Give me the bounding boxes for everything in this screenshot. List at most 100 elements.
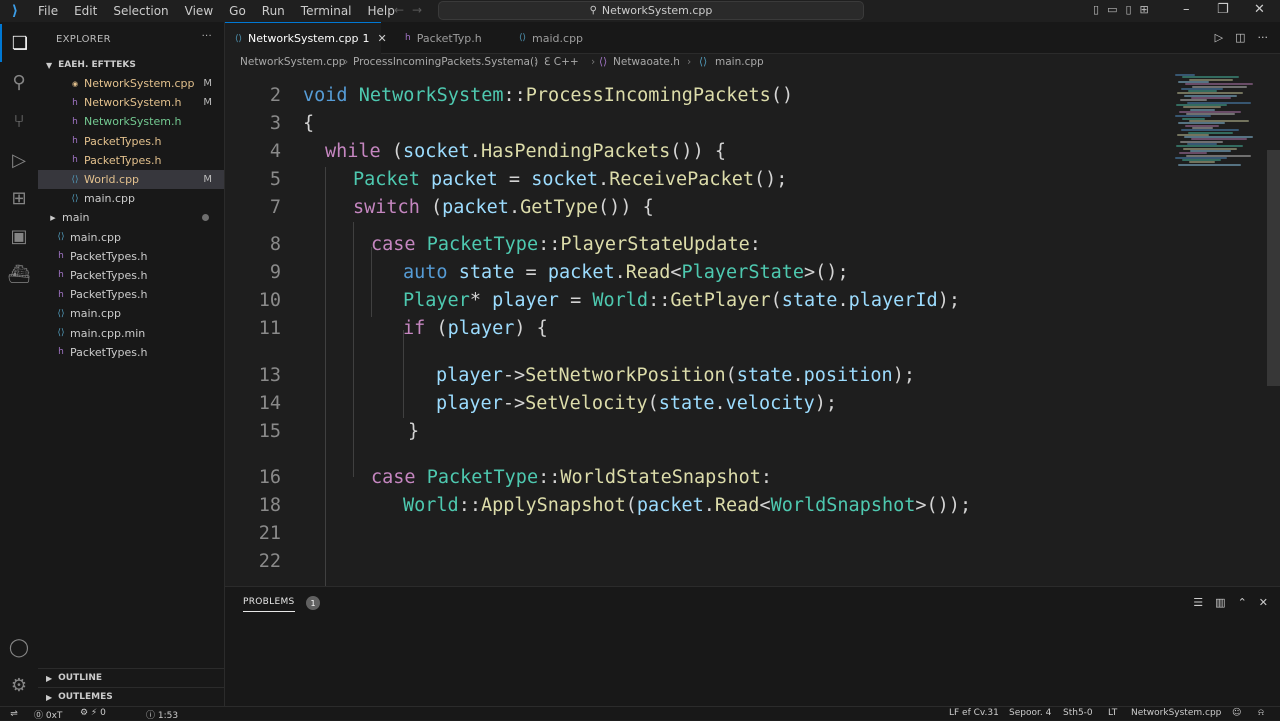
minimap-line xyxy=(1181,129,1239,132)
workspace-section[interactable]: ▼ EAEH. EFTTEKS xyxy=(38,56,224,74)
minimize-icon[interactable]: – xyxy=(1183,2,1190,17)
remote-indicator-icon[interactable]: ⇌ xyxy=(0,707,28,720)
menu-view[interactable]: View xyxy=(177,4,221,18)
tab-networksystem-cpp[interactable]: ⟨⟩ NetworkSystem.cpp 1 ✕ xyxy=(225,22,387,54)
header-file-icon: h xyxy=(58,270,64,281)
code-line[interactable]: 5 Packet packet = socket.ReceivePacket(); xyxy=(225,169,1265,195)
toggle-sidebar-icon[interactable]: ▯ xyxy=(1093,3,1099,16)
code-line[interactable]: 13 player->SetNetworkPosition(state.posit… xyxy=(225,365,1265,391)
notifications-bell-icon[interactable]: ⍾ xyxy=(1258,708,1264,718)
tree-item-label: main.cpp xyxy=(70,230,121,244)
code-line[interactable]: 14 player->SetVelocity(state.velocity); xyxy=(225,393,1265,419)
tree-item[interactable]: ⟨⟩ main.cpp xyxy=(38,228,224,247)
close-tab-icon[interactable]: ✕ xyxy=(378,32,387,45)
outline-section[interactable]: ▶ OUTLINE xyxy=(38,668,224,687)
status-cursor-position[interactable]: LF ef Cv.31 xyxy=(949,708,999,718)
status-indentation[interactable]: Sepoor. 4 xyxy=(1009,708,1051,718)
code-line[interactable]: 8 case PacketType::PlayerStateUpdate: xyxy=(225,234,1265,260)
code-line[interactable]: 4 while (socket.HasPendingPackets()) { xyxy=(225,141,1265,167)
status-eol[interactable]: LT xyxy=(1108,708,1117,718)
tree-item[interactable]: h NetworkSystem.h M xyxy=(38,93,224,112)
filter-icon[interactable]: ☰ xyxy=(1193,596,1203,609)
source-control-icon[interactable]: ⑂ xyxy=(0,102,38,140)
modified-dot-icon: ◉ xyxy=(71,79,79,88)
code-line[interactable]: 15} xyxy=(225,421,1265,447)
code-editor[interactable]: 2 void NetworkSystem::ProcessIncomingPack… xyxy=(225,72,1267,586)
tree-item[interactable]: ◉ NetworkSystem.cpp M xyxy=(38,74,224,93)
tab-problems[interactable]: PROBLEMS xyxy=(243,597,295,612)
code-line[interactable]: 9 auto state = packet.Read<PlayerState>()… xyxy=(225,262,1265,288)
code-text: { xyxy=(303,113,314,134)
vertical-scrollbar[interactable] xyxy=(1267,150,1280,386)
breadcrumb-main[interactable]: main.cpp xyxy=(715,56,764,68)
code-line[interactable]: 10 Player* player = World::GetPlayer(stat… xyxy=(225,290,1265,316)
code-line[interactable]: 11 if (player) { xyxy=(225,318,1265,344)
maximize-panel-icon[interactable]: ⌃ xyxy=(1238,596,1247,609)
remote-explorer-icon[interactable]: ▣ xyxy=(0,217,38,255)
code-line[interactable]: 21 xyxy=(225,523,1265,549)
settings-gear-icon[interactable]: ⚙ xyxy=(0,666,38,704)
tree-item[interactable]: h PacketTypes.h xyxy=(38,132,224,151)
maximize-icon[interactable]: ❐ xyxy=(1217,2,1229,17)
tab-packettyp-h[interactable]: h PacketTyp.h xyxy=(391,22,501,54)
tree-item[interactable]: h PacketTypes.h xyxy=(38,151,224,170)
code-token: WorldSnapshot xyxy=(770,495,916,516)
more-actions-icon[interactable]: ··· xyxy=(202,31,212,42)
indent-guide xyxy=(325,167,326,586)
code-line[interactable]: 2 void NetworkSystem::ProcessIncomingPack… xyxy=(225,85,1265,111)
line-number: 16 xyxy=(258,467,281,488)
docker-icon[interactable]: ⛴ xyxy=(0,255,38,293)
account-icon[interactable]: ◯ xyxy=(0,628,38,666)
search-view-icon[interactable]: ⚲ xyxy=(0,63,38,101)
run-debug-icon[interactable]: ▷ xyxy=(0,141,38,179)
minimap[interactable] xyxy=(1175,72,1267,222)
tree-item[interactable]: h NetworkSystem.h xyxy=(38,112,224,131)
tree-item[interactable]: ⟨⟩ World.cpp M xyxy=(38,169,224,190)
code-token: socket xyxy=(402,141,470,162)
close-window-icon[interactable]: ✕ xyxy=(1254,2,1265,17)
breadcrumb-header[interactable]: Netwaoate.h xyxy=(613,56,680,68)
command-center-search[interactable]: ⚲ NetworkSystem.cpp xyxy=(438,1,864,20)
status-problems[interactable]: ⚙ ⚡ 0 xyxy=(80,708,106,718)
menu-run[interactable]: Run xyxy=(254,4,293,18)
nav-back-forward-icon[interactable]: ←→ xyxy=(394,3,430,17)
breadcrumb-language[interactable]: ℇ C++ xyxy=(544,56,579,68)
tree-item[interactable]: ⟨⟩ main.cpp.min xyxy=(38,323,224,342)
tree-item[interactable]: ▶ main xyxy=(38,208,224,227)
tree-item[interactable]: h PacketTypes.h xyxy=(38,343,224,362)
code-line[interactable]: 22 xyxy=(225,551,1265,577)
status-branch[interactable]: ⓪ 0x⁠T xyxy=(34,708,62,721)
menu-selection[interactable]: Selection xyxy=(105,4,176,18)
menu-file[interactable]: File xyxy=(30,4,66,18)
status-language[interactable]: NetworkSystem.cpp xyxy=(1131,708,1221,718)
menu-go[interactable]: Go xyxy=(221,4,254,18)
tab-maid-cpp[interactable]: ⟨⟩ maid.cpp xyxy=(507,22,607,54)
tree-item[interactable]: ⟨⟩ main.cpp xyxy=(38,304,224,323)
breadcrumb-file[interactable]: NetworkSystem.cpp xyxy=(240,56,345,68)
customize-layout-icon[interactable]: ⊞ xyxy=(1140,3,1149,16)
status-encoding[interactable]: Sth5-0 xyxy=(1063,708,1093,718)
menu-edit[interactable]: Edit xyxy=(66,4,105,18)
tree-item[interactable]: ⟨⟩ main.cpp xyxy=(38,189,224,208)
run-file-icon[interactable]: ▷ xyxy=(1215,31,1223,44)
split-editor-icon[interactable]: ◫ xyxy=(1235,31,1245,44)
clear-icon[interactable]: ▥ xyxy=(1215,596,1225,609)
more-actions-icon[interactable]: ··· xyxy=(1258,31,1269,44)
extensions-icon[interactable]: ⊞ xyxy=(0,179,38,217)
status-ports[interactable]: ⓘ 1:53 xyxy=(146,708,178,721)
timeline-section[interactable]: ▶ OUTLEMES xyxy=(38,687,224,706)
code-line[interactable]: 7 switch (packet.GetType()) { xyxy=(225,197,1265,223)
close-panel-icon[interactable]: ✕ xyxy=(1259,596,1268,609)
toggle-secondary-sidebar-icon[interactable]: ▯ xyxy=(1125,3,1131,16)
tree-item[interactable]: h PacketTypes.h xyxy=(38,285,224,304)
breadcrumb-function[interactable]: ProcessIncomingPackets.Systema() xyxy=(353,56,538,68)
code-line[interactable]: 16 case PacketType::WorldStateSnapshot: xyxy=(225,467,1265,493)
tree-item[interactable]: h PacketTypes.h xyxy=(38,266,224,285)
code-line[interactable]: 3{ xyxy=(225,113,1265,139)
code-line[interactable]: 18 World::ApplySnapshot(packet.Read<World… xyxy=(225,495,1265,521)
toggle-panel-icon[interactable]: ▭ xyxy=(1107,3,1117,16)
explorer-icon[interactable]: ❏ xyxy=(0,24,38,62)
tree-item[interactable]: h PacketTypes.h xyxy=(38,247,224,266)
feedback-icon[interactable]: ☺ xyxy=(1232,708,1241,718)
menu-terminal[interactable]: Terminal xyxy=(293,4,360,18)
